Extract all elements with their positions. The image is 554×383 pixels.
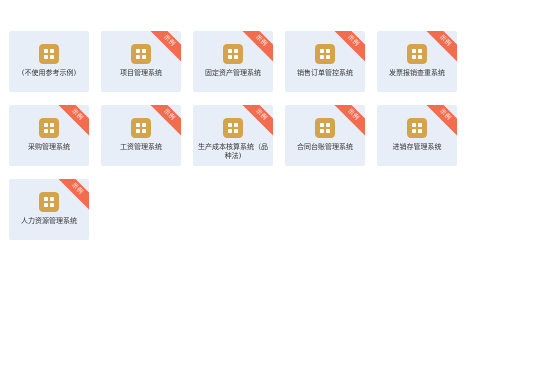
tile-label: (不使用参考示例) (21, 69, 77, 77)
template-tile-purchasing[interactable]: 示例 采购管理系统 (9, 105, 89, 166)
example-badge: 示例 (331, 31, 365, 63)
tile-label: 生产成本核算系统（品种法) (198, 143, 268, 160)
app-grid-icon (223, 118, 243, 138)
template-grid: (不使用参考示例) 示例 项目管理系统 示例 固定资产管理系统 示例 销售订单管… (9, 31, 457, 240)
app-grid-icon (407, 118, 427, 138)
tile-label: 人力资源管理系统 (21, 217, 77, 225)
example-badge: 示例 (423, 105, 457, 137)
tile-label: 进销存管理系统 (392, 143, 442, 151)
template-tile-payroll[interactable]: 示例 工资管理系统 (101, 105, 181, 166)
example-badge: 示例 (239, 105, 273, 137)
app-grid-icon (131, 44, 151, 64)
example-badge: 示例 (239, 31, 273, 63)
tile-label: 项目管理系统 (120, 69, 162, 77)
template-tile-invoice-check[interactable]: 示例 发票报销查重系统 (377, 31, 457, 92)
template-tile-production-cost[interactable]: 示例 生产成本核算系统（品种法) (193, 105, 273, 166)
app-grid-icon (315, 44, 335, 64)
app-grid-icon (315, 118, 335, 138)
tile-label: 采购管理系统 (28, 143, 70, 151)
example-badge: 示例 (423, 31, 457, 63)
template-tile-inventory[interactable]: 示例 进销存管理系统 (377, 105, 457, 166)
template-tile-sales-orders[interactable]: 示例 销售订单管控系统 (285, 31, 365, 92)
tile-label: 合同台账管理系统 (297, 143, 353, 151)
tile-label: 发票报销查重系统 (389, 69, 445, 77)
template-tile-project[interactable]: 示例 项目管理系统 (101, 31, 181, 92)
template-tile-fixed-assets[interactable]: 示例 固定资产管理系统 (193, 31, 273, 92)
template-tile-blank[interactable]: (不使用参考示例) (9, 31, 89, 92)
tile-label: 固定资产管理系统 (205, 69, 261, 77)
app-grid-icon (407, 44, 427, 64)
template-tile-hr[interactable]: 示例 人力资源管理系统 (9, 179, 89, 240)
example-badge: 示例 (55, 179, 89, 211)
app-grid-icon (223, 44, 243, 64)
example-badge: 示例 (147, 31, 181, 63)
app-grid-icon (39, 44, 59, 64)
tile-label: 销售订单管控系统 (297, 69, 353, 77)
tile-label: 工资管理系统 (120, 143, 162, 151)
app-grid-icon (39, 118, 59, 138)
example-badge: 示例 (147, 105, 181, 137)
app-grid-icon (39, 192, 59, 212)
app-grid-icon (131, 118, 151, 138)
example-badge: 示例 (55, 105, 89, 137)
template-tile-contract-ledger[interactable]: 示例 合同台账管理系统 (285, 105, 365, 166)
example-badge: 示例 (331, 105, 365, 137)
